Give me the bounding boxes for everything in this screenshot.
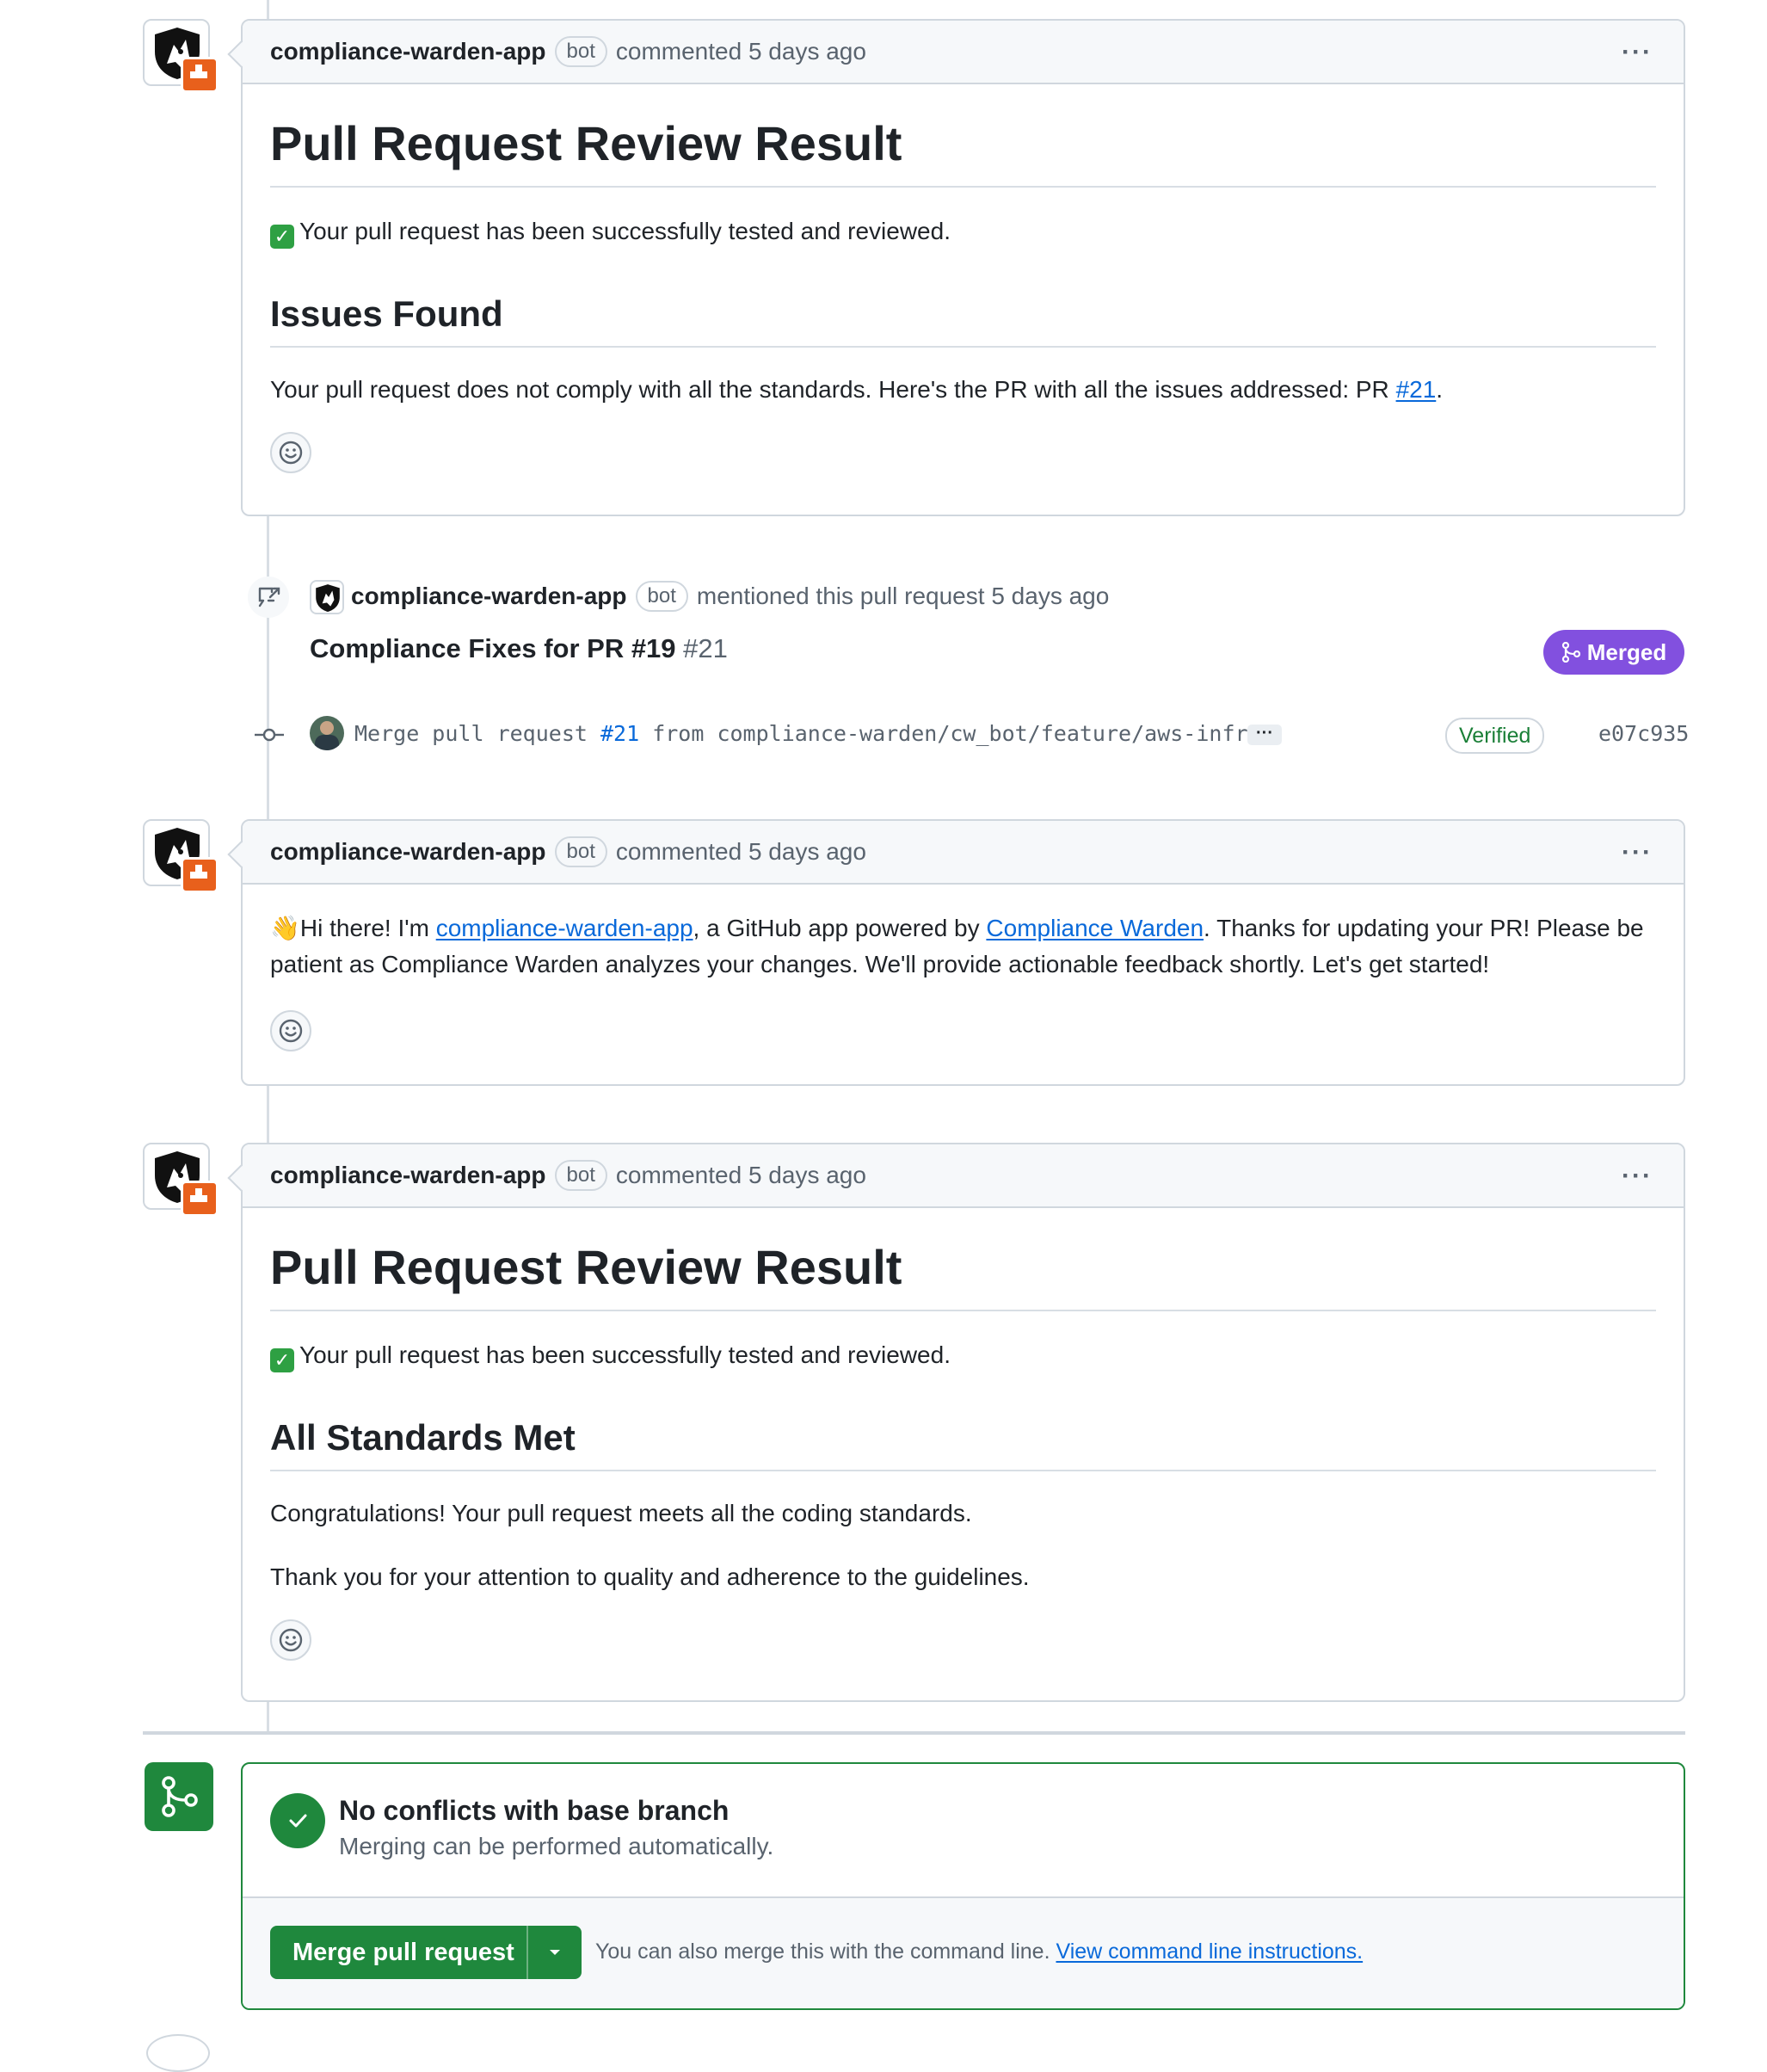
comment-timestamp[interactable]: commented 5 days ago — [616, 838, 866, 866]
comment-header: compliance-warden-app bot commented 5 da… — [243, 21, 1684, 84]
merged-state-badge: Merged — [1543, 630, 1684, 675]
section-text-after: . — [1436, 375, 1444, 403]
section-title: Issues Found — [270, 293, 1656, 348]
smiley-icon — [279, 441, 303, 464]
avatar[interactable] — [143, 1143, 219, 1217]
mention-avatar[interactable] — [310, 580, 344, 614]
caret-down-icon[interactable] — [526, 1926, 582, 1979]
merge-pull-request-button[interactable]: Merge pull request — [270, 1939, 526, 1967]
commit-author-avatar[interactable] — [310, 716, 344, 750]
bot-badge: bot — [554, 1160, 607, 1191]
status-line: ✓ Your pull request has been successfully… — [270, 1337, 1656, 1373]
comment-3: compliance-warden-app bot commented 5 da… — [241, 1143, 1685, 1702]
app-badge-icon — [181, 857, 219, 893]
wave-emoji: 👋 — [270, 915, 300, 941]
timeline-line — [267, 515, 269, 823]
greeting-text-2: , a GitHub app powered by — [693, 915, 987, 941]
mention-action[interactable]: mentioned this pull request 5 days ago — [697, 583, 1109, 610]
status-text: Your pull request has been successfully … — [299, 217, 951, 244]
timeline-divider — [143, 1731, 1685, 1735]
commit-message[interactable]: Merge pull request #21 from compliance-w… — [354, 721, 1261, 746]
command-line-hint-text: You can also merge this with the command… — [595, 1939, 1056, 1964]
section-paragraph: Congratulations! Your pull request meets… — [270, 1499, 972, 1526]
check-icon: ✓ — [270, 1347, 294, 1372]
pr-link[interactable]: #21 — [1396, 376, 1437, 403]
mention-author[interactable]: compliance-warden-app — [351, 583, 627, 610]
cross-reference-icon — [248, 577, 289, 618]
shield-logo-icon — [316, 584, 340, 612]
mentioned-pr-title[interactable]: Compliance Fixes for PR #19 — [310, 633, 676, 663]
section-title: All Standards Met — [270, 1417, 1656, 1471]
add-reaction-button[interactable] — [270, 431, 311, 473]
commit-pr-link[interactable]: #21 — [600, 721, 639, 746]
commit-message-suffix: from compliance-warden/cw_bot/feature/aw… — [639, 721, 1261, 746]
kebab-icon[interactable]: ··· — [1622, 838, 1653, 867]
comment-author[interactable]: compliance-warden-app — [270, 38, 546, 65]
commit-sha[interactable]: e07c935 — [1598, 721, 1689, 746]
status-text: Your pull request has been successfully … — [299, 1341, 951, 1368]
add-reaction-button[interactable] — [270, 1010, 311, 1051]
section-paragraph: Thank you for your attention to quality … — [270, 1563, 1030, 1590]
comment-title: Pull Request Review Result — [270, 84, 1656, 188]
bot-badge: bot — [635, 581, 688, 612]
mentioned-pr-number: #21 — [683, 633, 728, 663]
command-line-instructions-link[interactable]: View command line instructions. — [1056, 1939, 1363, 1964]
bot-badge: bot — [554, 836, 607, 867]
timeline-line — [267, 1702, 269, 1733]
command-line-hint: You can also merge this with the command… — [595, 1939, 1363, 1964]
kebab-icon[interactable]: ··· — [1622, 38, 1653, 67]
compliance-warden-link[interactable]: Compliance Warden — [986, 915, 1204, 941]
timeline-line — [267, 0, 269, 21]
section-text-before: Your pull request does not comply with a… — [270, 375, 1396, 403]
verified-badge[interactable]: Verified — [1445, 718, 1545, 754]
merged-label: Merged — [1586, 638, 1667, 665]
avatar[interactable] — [143, 819, 219, 893]
merge-footer: Merge pull request You can also merge th… — [243, 1896, 1684, 2008]
comment-timestamp[interactable]: commented 5 days ago — [616, 38, 866, 65]
comment-title: Pull Request Review Result — [270, 1208, 1656, 1311]
comment-author[interactable]: compliance-warden-app — [270, 838, 546, 866]
add-reaction-button[interactable] — [270, 1619, 311, 1661]
commit-message-prefix: Merge pull request — [354, 721, 600, 746]
section-text: Your pull request does not comply with a… — [270, 372, 1656, 408]
avatar[interactable] — [146, 2034, 210, 2072]
comment-2: compliance-warden-app bot commented 5 da… — [241, 819, 1685, 1086]
bot-badge: bot — [554, 36, 607, 67]
check-icon: ✓ — [270, 224, 294, 249]
merge-status-subtitle: Merging can be performed automatically. — [339, 1833, 774, 1859]
check-icon — [270, 1793, 325, 1848]
merge-box: No conflicts with base branch Merging ca… — [241, 1762, 1685, 2010]
cross-reference-glyph — [258, 587, 280, 607]
expand-commit-button[interactable]: ··· — [1247, 725, 1282, 745]
git-merge-icon — [145, 1762, 213, 1831]
greeting-text: 👋Hi there! I'm compliance-warden-app, a … — [270, 910, 1656, 983]
status-line: ✓ Your pull request has been successfully… — [270, 213, 1656, 250]
git-commit-icon — [255, 725, 284, 745]
mentioned-pr[interactable]: Compliance Fixes for PR #19 #21 — [310, 633, 728, 664]
app-badge-icon — [181, 1181, 219, 1217]
timeline-line — [267, 1086, 269, 1143]
app-link[interactable]: compliance-warden-app — [436, 915, 693, 941]
kebab-icon[interactable]: ··· — [1622, 1162, 1653, 1191]
merge-status-title: No conflicts with base branch — [339, 1795, 730, 1826]
merge-button-group: Merge pull request — [270, 1926, 582, 1979]
comment-1: compliance-warden-app bot commented 5 da… — [241, 19, 1685, 516]
smiley-icon — [279, 1628, 303, 1651]
greeting-text-1: Hi there! I'm — [299, 915, 436, 941]
comment-header: compliance-warden-app bot commented 5 da… — [243, 1144, 1684, 1208]
mention-header: compliance-warden-app bot mentioned this… — [351, 578, 1109, 614]
app-badge-icon — [181, 57, 219, 93]
avatar[interactable] — [143, 19, 219, 93]
comment-header: compliance-warden-app bot commented 5 da… — [243, 821, 1684, 885]
smiley-icon — [279, 1019, 303, 1043]
comment-author[interactable]: compliance-warden-app — [270, 1162, 546, 1189]
comment-timestamp[interactable]: commented 5 days ago — [616, 1162, 866, 1189]
git-merge-icon — [1561, 642, 1580, 663]
